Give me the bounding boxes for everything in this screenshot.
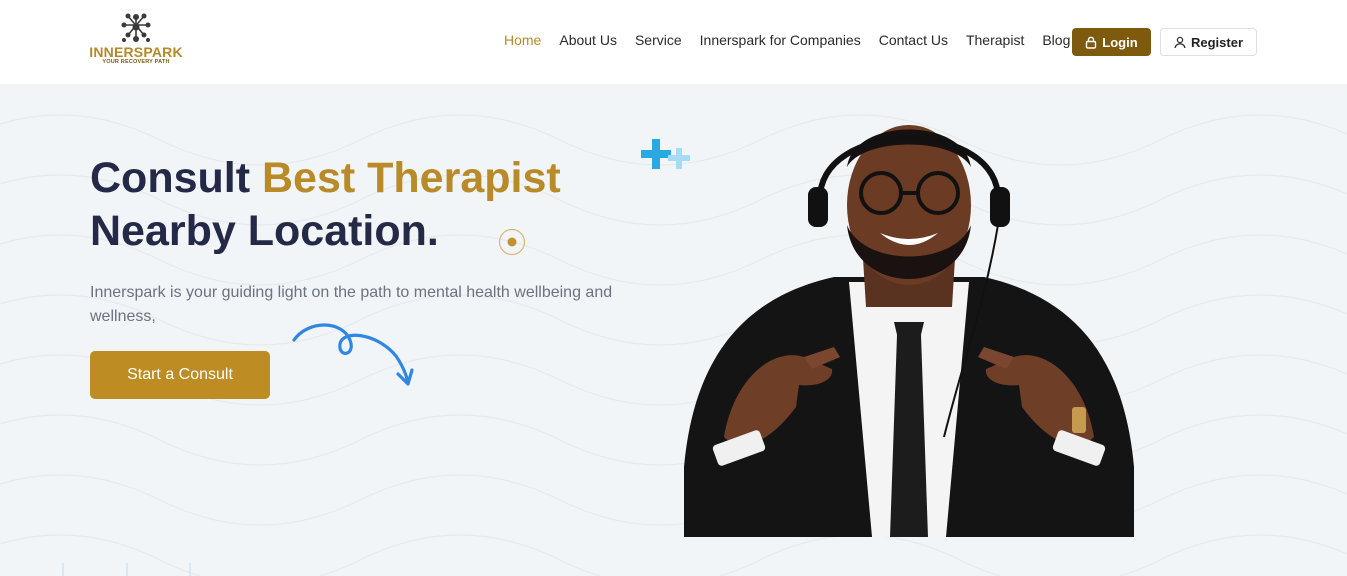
nav-contact-us[interactable]: Contact Us [879, 31, 948, 49]
hero-description: Innerspark is your guiding light on the … [90, 284, 613, 325]
logo-icon [121, 13, 151, 42]
nav-blog[interactable]: Blog [1042, 31, 1070, 49]
hero-title-accent: Best Therapist [261, 154, 561, 202]
register-label: Register [1190, 34, 1244, 50]
register-button[interactable]: Register [1160, 28, 1257, 56]
nav-therapist[interactable]: Therapist [966, 31, 1024, 49]
nav-service[interactable]: Service [635, 31, 682, 49]
nav-innerspark-for-companies[interactable]: Innerspark for Companies [700, 31, 861, 49]
therapist-photo [684, 125, 1134, 537]
bottom-divider [62, 563, 191, 576]
nav-home[interactable]: Home [504, 31, 541, 49]
brand-tagline: YOUR RECOVERY PATH [102, 59, 170, 65]
hero-title-line2: Nearby Location. [90, 207, 439, 255]
site-header: INNERSPARK YOUR RECOVERY PATH Home About… [0, 0, 1347, 84]
main-nav: Home About Us Service Innerspark for Com… [504, 31, 1088, 49]
login-button[interactable]: Login [1072, 28, 1151, 56]
user-icon [1174, 36, 1186, 48]
nav-about-us[interactable]: About Us [559, 31, 617, 49]
brand-logo[interactable]: INNERSPARK YOUR RECOVERY PATH [88, 12, 184, 72]
hero-title: Consult Best Therapist Nearby Location. [90, 152, 650, 258]
hero-title-part1: Consult [90, 154, 262, 202]
login-label: Login [1102, 34, 1138, 50]
start-consult-button[interactable]: Start a Consult [90, 351, 270, 399]
brand-name: INNERSPARK [89, 44, 183, 60]
lock-icon [1086, 36, 1097, 49]
